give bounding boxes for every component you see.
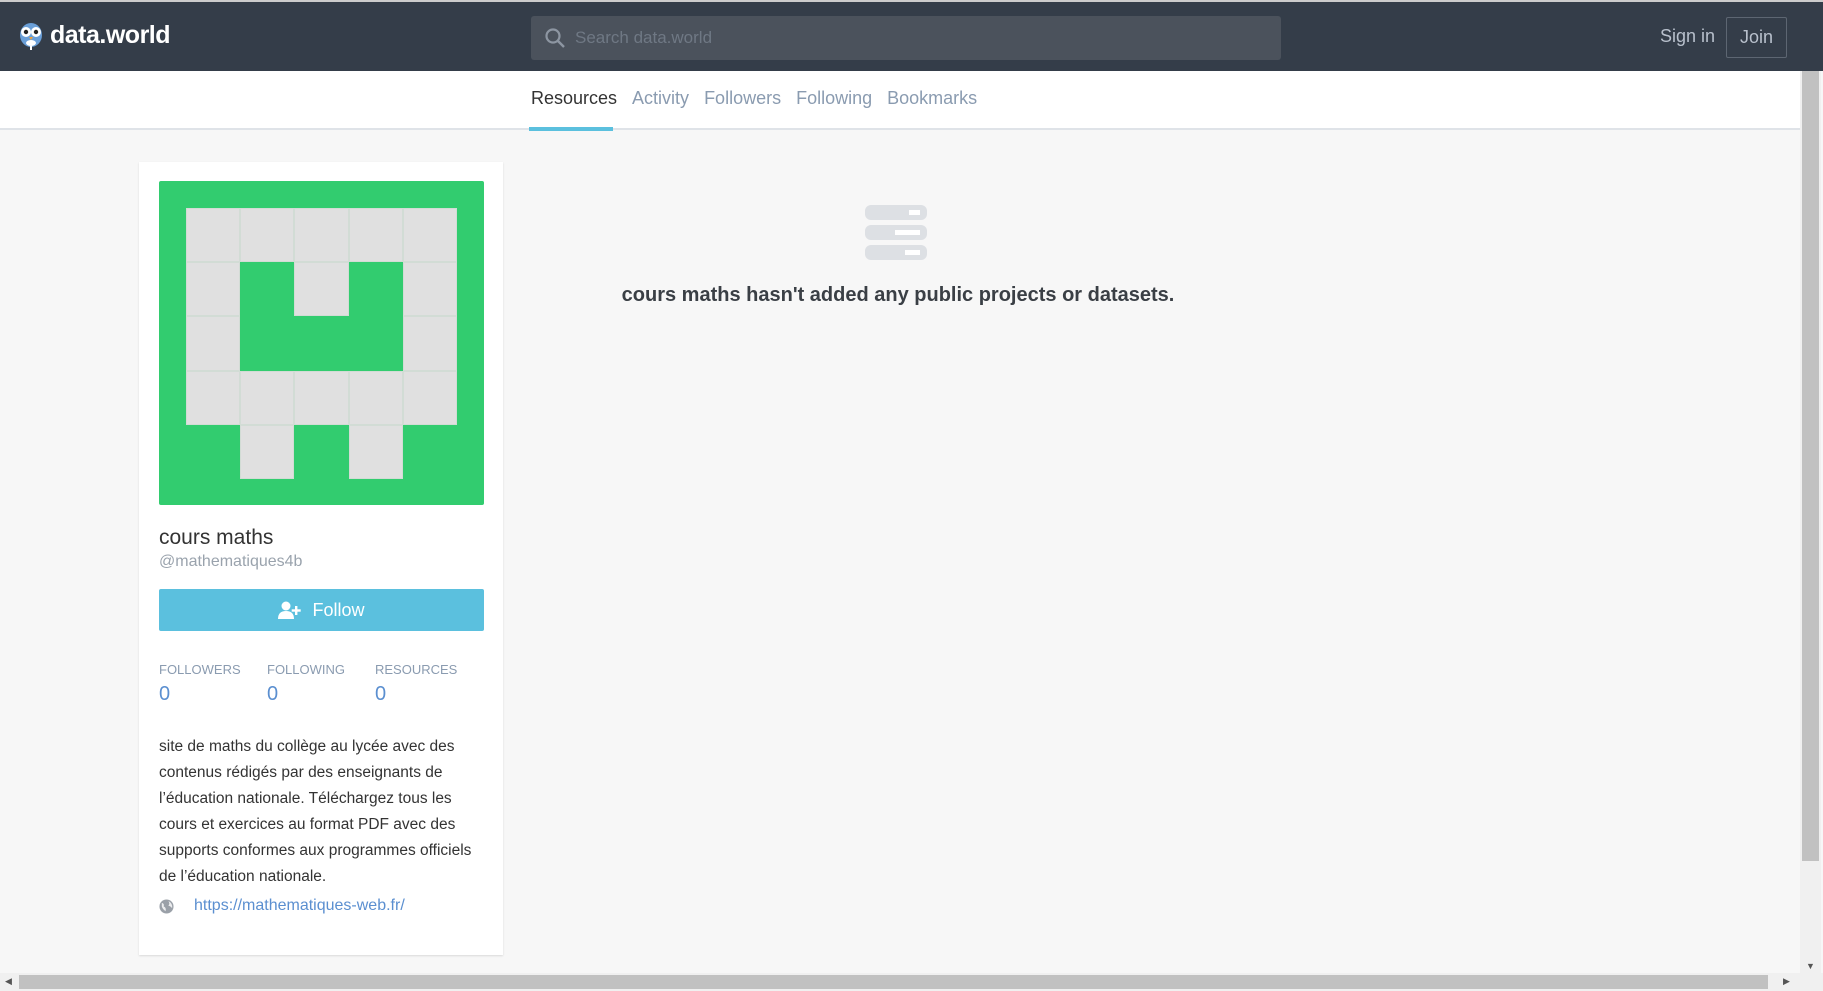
avatar-cell <box>402 262 457 317</box>
website: https://mathematiques-web.fr/ <box>159 897 405 915</box>
website-link[interactable]: https://mathematiques-web.fr/ <box>194 897 405 915</box>
profile-name: cours maths <box>159 526 274 549</box>
stat-label: FOLLOWING <box>267 662 346 677</box>
owl-logo-icon <box>20 23 42 50</box>
profile-description: site de maths du collège au lycée avec d… <box>159 738 472 885</box>
vertical-scrollbar[interactable]: ▼ <box>1800 71 1821 973</box>
vertical-scrollbar-thumb[interactable] <box>1802 71 1819 861</box>
avatar-cell <box>186 208 241 263</box>
avatar-cell <box>402 208 457 263</box>
tab-resources[interactable]: Resources <box>531 88 617 125</box>
add-user-icon <box>278 601 302 619</box>
avatar-cell <box>402 316 457 371</box>
avatar-cell <box>240 424 295 479</box>
avatar-cell <box>348 208 403 263</box>
follow-button[interactable]: Follow <box>159 589 484 631</box>
search-bar[interactable] <box>531 16 1281 60</box>
stat-value[interactable]: 0 <box>267 683 345 706</box>
avatar <box>159 181 484 505</box>
avatar-cell <box>294 208 349 263</box>
empty-state-message: cours maths hasn't added any public proj… <box>621 284 1175 306</box>
datasets-empty-icon <box>865 205 927 260</box>
avatar-cell <box>186 370 241 425</box>
sign-in-link[interactable]: Sign in <box>1660 26 1715 47</box>
scroll-down-arrow-icon[interactable]: ▼ <box>1806 961 1815 971</box>
avatar-cell <box>402 370 457 425</box>
join-button[interactable]: Join <box>1726 17 1787 58</box>
avatar-cell <box>186 262 241 317</box>
top-nav: data.world Sign in Join <box>0 0 1823 71</box>
avatar-cell <box>240 370 295 425</box>
profile-handle: @mathematiques4b <box>159 553 303 570</box>
search-icon <box>545 28 565 48</box>
tab-bookmarks[interactable]: Bookmarks <box>887 88 977 125</box>
stat-resources: RESOURCES 0 <box>375 662 457 706</box>
stat-value[interactable]: 0 <box>375 683 457 706</box>
horizontal-scrollbar[interactable]: ◀ ▶ <box>0 973 1823 991</box>
horizontal-scrollbar-thumb[interactable] <box>19 975 1768 989</box>
stat-value[interactable]: 0 <box>159 683 241 706</box>
stat-followers: FOLLOWERS 0 <box>159 662 241 706</box>
tab-following[interactable]: Following <box>796 88 872 125</box>
scroll-left-arrow-icon[interactable]: ◀ <box>5 976 12 987</box>
tab-activity[interactable]: Activity <box>632 88 689 125</box>
logo[interactable]: data.world <box>18 20 171 50</box>
stat-label: FOLLOWERS <box>159 662 241 677</box>
stat-label: RESOURCES <box>375 662 458 677</box>
active-tab-indicator <box>529 127 613 131</box>
follow-label: Follow <box>312 599 365 620</box>
avatar-cell <box>348 370 403 425</box>
tab-followers[interactable]: Followers <box>704 88 781 125</box>
avatar-cell <box>240 208 295 263</box>
stat-following: FOLLOWING 0 <box>267 662 345 706</box>
scroll-right-arrow-icon[interactable]: ▶ <box>1783 976 1790 987</box>
profile-card: cours maths @mathematiques4b Follow FOLL… <box>139 162 503 955</box>
search-input[interactable] <box>575 28 1255 48</box>
avatar-cell <box>348 424 403 479</box>
logo-text: data.world <box>50 20 171 49</box>
avatar-cell <box>294 262 349 317</box>
avatar-cell <box>294 370 349 425</box>
avatar-cell <box>186 316 241 371</box>
globe-icon <box>159 898 174 914</box>
profile-tabs: Resources Activity Followers Following B… <box>0 71 1800 131</box>
